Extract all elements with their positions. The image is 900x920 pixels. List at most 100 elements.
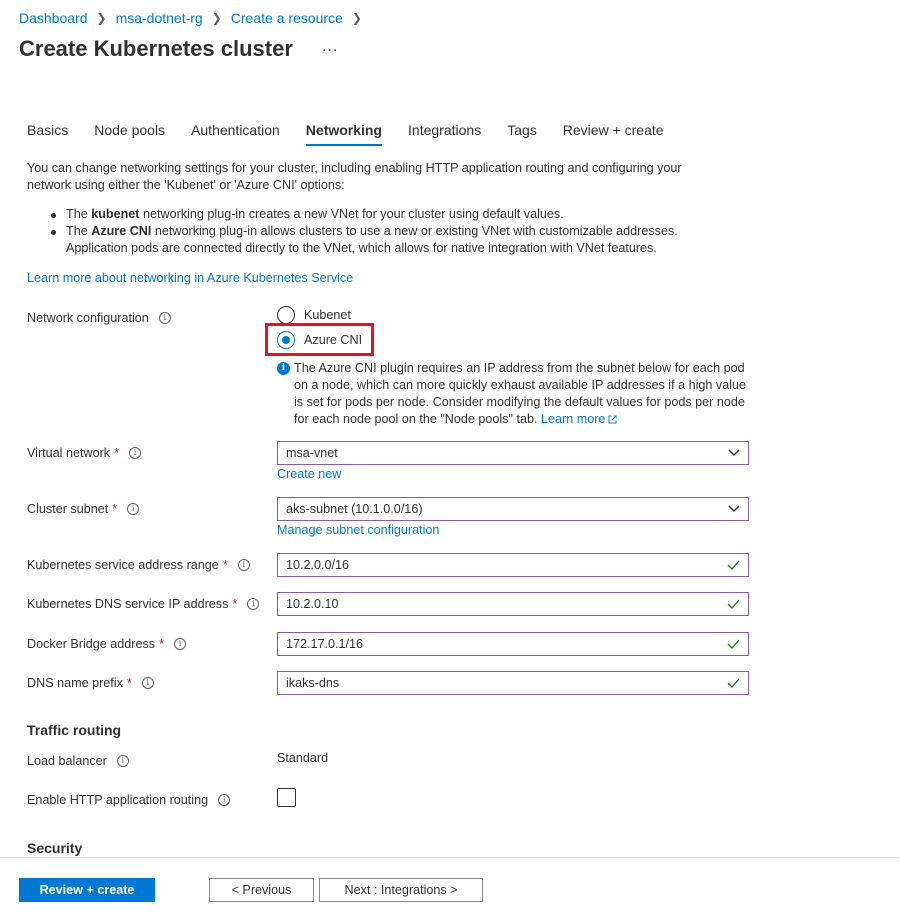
chevron-right-icon: ❯ xyxy=(211,11,222,25)
http-routing-text: Enable HTTP application routing xyxy=(27,793,209,807)
checkmark-icon xyxy=(727,678,740,688)
footer-divider xyxy=(0,857,900,858)
info-icon[interactable]: i xyxy=(158,312,171,324)
load-balancer-text: Load balancer xyxy=(27,754,107,768)
bullet-kubenet-text: networking plug-in creates a new VNet fo… xyxy=(139,207,564,221)
required-mark: * xyxy=(114,446,119,460)
docker-bridge-label: Docker Bridge address * i xyxy=(27,637,187,651)
info-icon[interactable]: i xyxy=(174,638,187,650)
create-new-vnet-link[interactable]: Create new xyxy=(277,467,341,481)
manage-subnet-link[interactable]: Manage subnet configuration xyxy=(277,523,439,537)
chevron-down-icon xyxy=(728,505,740,512)
breadcrumb: Dashboard ❯ msa-dotnet-rg ❯ Create a res… xyxy=(19,10,371,26)
cluster-subnet-label: Cluster subnet * i xyxy=(27,502,140,516)
dns-service-ip-label: Kubernetes DNS service IP address * i xyxy=(27,597,260,611)
network-configuration-label: Network configuration i xyxy=(27,311,171,325)
bullet-azure-cni: The Azure CNI networking plug-in allows … xyxy=(48,223,728,257)
tab-node-pools[interactable]: Node pools xyxy=(94,122,165,146)
azure-cni-note: i The Azure CNI plugin requires an IP ad… xyxy=(277,360,747,428)
info-icon[interactable]: i xyxy=(127,503,140,515)
more-options-button[interactable]: ... xyxy=(322,38,338,56)
cluster-subnet-value: aks-subnet (10.1.0.0/16) xyxy=(286,502,423,516)
review-create-button[interactable]: Review + create xyxy=(19,878,155,902)
virtual-network-label: Virtual network * i xyxy=(27,446,141,460)
network-configuration-text: Network configuration xyxy=(27,311,149,325)
bullet-azure-cni-prefix: The xyxy=(66,224,92,238)
checkmark-icon xyxy=(727,599,740,609)
load-balancer-value: Standard xyxy=(277,751,329,765)
dns-name-prefix-value: ikaks-dns xyxy=(286,676,340,690)
info-icon[interactable]: i xyxy=(218,794,231,806)
chevron-down-icon xyxy=(728,449,740,456)
service-address-range-input[interactable]: 10.2.0.0/16 xyxy=(277,553,749,577)
bullet-kubenet: The kubenet networking plug-in creates a… xyxy=(48,206,728,223)
service-address-range-label: Kubernetes service address range * i xyxy=(27,558,250,572)
dns-service-ip-value: 10.2.0.10 xyxy=(286,597,339,611)
dns-name-prefix-input[interactable]: ikaks-dns xyxy=(277,671,749,695)
networking-intro: You can change networking settings for y… xyxy=(27,161,682,192)
info-icon[interactable]: i xyxy=(237,559,250,571)
bullet-kubenet-bold: kubenet xyxy=(91,207,140,221)
bullet-azure-cni-bold: Azure CNI xyxy=(91,224,152,238)
http-routing-label: Enable HTTP application routing i xyxy=(27,793,231,807)
breadcrumb-resource-group[interactable]: msa-dotnet-rg xyxy=(116,10,203,26)
dns-name-prefix-text: DNS name prefix xyxy=(27,676,123,690)
required-mark: * xyxy=(232,597,238,611)
checkmark-icon xyxy=(727,560,740,570)
required-mark: * xyxy=(112,502,118,516)
learn-more-networking-link[interactable]: Learn more about networking in Azure Kub… xyxy=(27,271,353,285)
security-heading: Security xyxy=(27,840,83,856)
tab-authentication[interactable]: Authentication xyxy=(191,122,280,146)
annotation-highlight-box xyxy=(265,323,374,356)
chevron-right-icon: ❯ xyxy=(351,11,362,25)
radio-kubenet[interactable]: Kubenet xyxy=(277,306,351,324)
traffic-routing-heading: Traffic routing xyxy=(27,722,122,738)
networking-bullets: The kubenet networking plug-in creates a… xyxy=(48,206,728,257)
http-routing-checkbox[interactable] xyxy=(277,788,296,807)
radio-kubenet-label: Kubenet xyxy=(304,308,351,322)
azure-cni-note-body: The Azure CNI plugin requires an IP addr… xyxy=(294,360,747,428)
dns-service-ip-text: Kubernetes DNS service IP address xyxy=(27,597,229,611)
info-icon[interactable]: i xyxy=(141,677,154,689)
note-learn-more-label: Learn more xyxy=(541,412,606,426)
docker-bridge-value: 172.17.0.1/16 xyxy=(286,637,364,651)
next-integrations-button[interactable]: Next : Integrations > xyxy=(319,878,483,902)
service-address-range-value: 10.2.0.0/16 xyxy=(286,558,350,572)
required-mark: * xyxy=(126,676,132,690)
bullet-kubenet-prefix: The xyxy=(66,207,92,221)
virtual-network-dropdown[interactable]: msa-vnet xyxy=(277,441,749,465)
virtual-network-text: Virtual network xyxy=(27,446,111,460)
azure-cni-note-text: The Azure CNI plugin requires an IP addr… xyxy=(294,361,747,426)
previous-button[interactable]: < Previous xyxy=(209,878,314,902)
dns-service-ip-input[interactable]: 10.2.0.10 xyxy=(277,592,749,616)
tab-review-create[interactable]: Review + create xyxy=(563,122,664,146)
tab-tags[interactable]: Tags xyxy=(507,122,537,146)
tab-basics[interactable]: Basics xyxy=(27,122,68,146)
required-mark: * xyxy=(159,637,165,651)
breadcrumb-create-resource[interactable]: Create a resource xyxy=(231,10,343,26)
cluster-subnet-dropdown[interactable]: aks-subnet (10.1.0.0/16) xyxy=(277,497,749,521)
wizard-tabs: Basics Node pools Authentication Network… xyxy=(27,122,690,146)
cluster-subnet-text: Cluster subnet xyxy=(27,502,109,516)
checkmark-icon xyxy=(727,639,740,649)
page-title: Create Kubernetes cluster xyxy=(19,36,293,61)
tab-integrations[interactable]: Integrations xyxy=(408,122,481,146)
chevron-right-icon: ❯ xyxy=(96,11,107,25)
docker-bridge-text: Docker Bridge address xyxy=(27,637,156,651)
required-mark: * xyxy=(222,558,228,572)
tab-networking[interactable]: Networking xyxy=(305,122,383,146)
load-balancer-label: Load balancer i xyxy=(27,754,129,768)
info-icon[interactable]: i xyxy=(116,755,129,767)
info-icon[interactable]: i xyxy=(247,598,260,610)
service-address-range-text: Kubernetes service address range xyxy=(27,558,219,572)
external-link-icon xyxy=(608,415,617,424)
info-filled-icon: i xyxy=(277,362,290,375)
info-icon[interactable]: i xyxy=(128,447,141,459)
dns-name-prefix-label: DNS name prefix * i xyxy=(27,676,154,690)
virtual-network-value: msa-vnet xyxy=(286,446,338,460)
radio-button-icon xyxy=(277,306,295,324)
breadcrumb-dashboard[interactable]: Dashboard xyxy=(19,10,88,26)
docker-bridge-input[interactable]: 172.17.0.1/16 xyxy=(277,632,749,656)
note-learn-more-link[interactable]: Learn more xyxy=(541,412,617,426)
bullet-azure-cni-text: networking plug-in allows clusters to us… xyxy=(66,224,678,255)
